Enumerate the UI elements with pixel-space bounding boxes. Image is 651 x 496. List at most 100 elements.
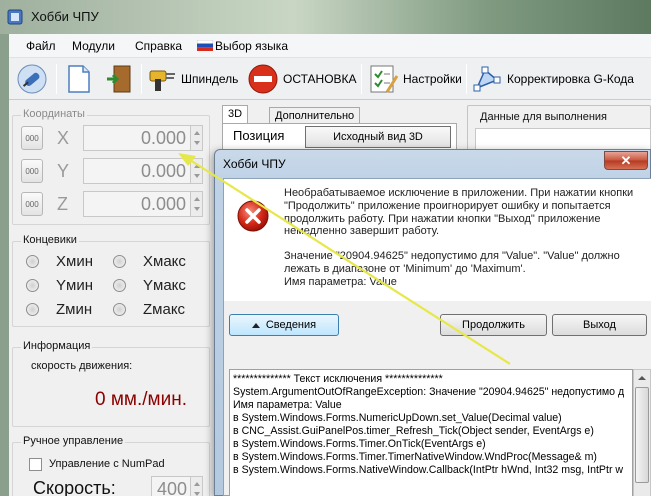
- reset-3d-view-button[interactable]: Исходный вид 3D: [305, 126, 451, 148]
- settings-button[interactable]: Настройки: [367, 62, 462, 96]
- plug-icon: [17, 64, 47, 94]
- door-icon: [107, 65, 131, 93]
- exception-details-text[interactable]: ************** Текст исключения ********…: [229, 369, 633, 496]
- spindle-button[interactable]: Шпиндель: [147, 62, 238, 96]
- ymin-label: Yмин: [56, 277, 93, 294]
- menu-file[interactable]: Файл: [26, 39, 56, 53]
- spindle-label: Шпиндель: [181, 72, 239, 86]
- vector-edit-icon: [473, 66, 501, 92]
- menu-bar: Файл Модули Справка Выбор языка: [9, 34, 651, 58]
- menu-help[interactable]: Справка: [135, 39, 182, 53]
- exit-button[interactable]: Выход: [552, 314, 647, 336]
- scroll-up-icon[interactable]: [634, 370, 650, 386]
- tab-3d[interactable]: 3D: [222, 105, 249, 123]
- position-label: Позиция: [233, 128, 285, 143]
- details-button[interactable]: Сведения: [229, 314, 339, 336]
- y-spin-buttons[interactable]: [190, 158, 203, 184]
- details-line: в CNC_Assist.GuiPanelPos.timer_Refresh_T…: [233, 425, 594, 437]
- zero-z-button[interactable]: 000: [21, 192, 43, 216]
- details-scrollbar[interactable]: [633, 369, 651, 496]
- details-line: ************** Текст исключения ********…: [233, 373, 443, 385]
- details-line: в System.Windows.Forms.Timer.OnTick(Even…: [233, 438, 486, 450]
- info-group: Информация скорость движения: 0 мм./мин.: [12, 340, 210, 427]
- z-coordinate-input[interactable]: 0.000: [83, 191, 191, 217]
- close-icon: ✕: [620, 152, 632, 168]
- ymin-indicator: [26, 279, 39, 292]
- document-icon: [68, 65, 90, 93]
- manual-control-group: Ручное управление Управление с NumPad Ск…: [12, 435, 210, 496]
- coordinates-group: Координаты 000 X 0.000 000 Y 0.000 000 Z…: [12, 108, 213, 225]
- menu-language[interactable]: Выбор языка: [215, 39, 288, 53]
- app-icon: [7, 9, 23, 25]
- details-button-label: Сведения: [265, 319, 317, 331]
- y-coordinate-input[interactable]: 0.000: [83, 158, 191, 184]
- manual-control-title: Ручное управление: [21, 435, 126, 447]
- details-line: в System.Windows.Forms.Timer.TimerNative…: [233, 451, 597, 463]
- info-title: Информация: [21, 340, 93, 352]
- checklist-icon: [370, 65, 399, 93]
- continue-button[interactable]: Продолжить: [440, 314, 547, 336]
- z-spin-buttons[interactable]: [190, 191, 203, 217]
- details-line: в System.Windows.Forms.NumericUpDown.set…: [233, 412, 562, 424]
- dialog-title: Хобби ЧПУ: [223, 157, 286, 171]
- manual-speed-input[interactable]: 400: [151, 476, 191, 496]
- exception-dialog: Хобби ЧПУ ✕ Необрабатываемое исключение …: [214, 149, 651, 496]
- toolbar: Шпиндель ОСТАНОВКА Настройки Корректиров…: [9, 58, 651, 100]
- numpad-checkbox[interactable]: [29, 458, 42, 471]
- details-line: в System.Windows.Forms.NativeWindow.Call…: [233, 464, 624, 476]
- details-line: System.ArgumentOutOfRangeException: Знач…: [233, 386, 625, 398]
- main-window-title: Хобби ЧПУ: [31, 9, 99, 24]
- xmin-label: Xмин: [56, 253, 93, 270]
- zero-y-button[interactable]: 000: [21, 159, 43, 183]
- chevron-up-icon: [251, 322, 260, 328]
- gcode-correction-button[interactable]: Корректировка G-Кода: [471, 62, 634, 96]
- coord-row-y: 000 Y 0.000: [13, 157, 213, 185]
- axis-y-label: Y: [57, 161, 70, 181]
- xmax-label: Xмакс: [143, 253, 186, 270]
- settings-label: Настройки: [403, 72, 462, 86]
- drill-icon: [149, 70, 175, 91]
- zmin-indicator: [26, 303, 39, 316]
- ymax-label: Yмакс: [143, 277, 186, 294]
- x-coordinate-input[interactable]: 0.000: [83, 125, 191, 151]
- error-icon: [237, 200, 269, 232]
- coord-row-z: 000 Z 0.000: [13, 190, 213, 218]
- stop-icon: [248, 64, 278, 94]
- zero-x-button[interactable]: 000: [21, 126, 43, 150]
- open-file-button[interactable]: [63, 62, 93, 96]
- numpad-label: Управление с NumPad: [49, 458, 165, 470]
- manual-speed-label: Скорость:: [33, 478, 116, 496]
- connect-button[interactable]: [15, 62, 49, 96]
- stop-button[interactable]: ОСТАНОВКА: [247, 62, 357, 96]
- gcode-correction-label: Корректировка G-Кода: [507, 72, 634, 86]
- zmin-label: Zмин: [56, 301, 93, 318]
- zmax-label: Zмакс: [143, 301, 186, 318]
- dialog-close-button[interactable]: ✕: [604, 151, 648, 170]
- coord-row-x: 000 X 0.000: [13, 124, 213, 152]
- dialog-body: Необрабатываемое исключение в приложении…: [223, 178, 651, 496]
- axis-x-label: X: [57, 128, 70, 148]
- dialog-message: Необрабатываемое исключение в приложении…: [284, 187, 644, 301]
- zmax-indicator: [113, 303, 126, 316]
- coordinates-title: Координаты: [21, 108, 87, 120]
- message-paragraph-1: Необрабатываемое исключение в приложении…: [284, 187, 634, 238]
- main-titlebar[interactable]: Хобби ЧПУ: [0, 0, 651, 34]
- limits-title: Концевики: [21, 234, 79, 246]
- flag-icon: [197, 40, 213, 51]
- xmax-indicator: [113, 255, 126, 268]
- stop-label: ОСТАНОВКА: [283, 72, 357, 86]
- details-line: Имя параметра: Value: [233, 399, 342, 411]
- exit-door-button[interactable]: [105, 62, 135, 96]
- x-spin-buttons[interactable]: [190, 125, 203, 151]
- xmin-indicator: [26, 255, 39, 268]
- message-paragraph-2: Значение "20904.94625" недопустимо для "…: [284, 250, 620, 275]
- menu-modules[interactable]: Модули: [72, 39, 115, 53]
- limits-group: Концевики Xмин Xмакс Yмин Yмакс Zмин Zма…: [12, 234, 210, 327]
- scroll-thumb[interactable]: [635, 387, 649, 483]
- ymax-indicator: [113, 279, 126, 292]
- manual-speed-spin[interactable]: [190, 476, 203, 496]
- exec-data-title: Данные для выполнения: [478, 111, 610, 123]
- dialog-message-area: Необрабатываемое исключение в приложении…: [224, 179, 651, 301]
- speed-value: 0 мм./мин.: [95, 389, 187, 410]
- message-paragraph-3: Имя параметра: Value: [284, 275, 397, 288]
